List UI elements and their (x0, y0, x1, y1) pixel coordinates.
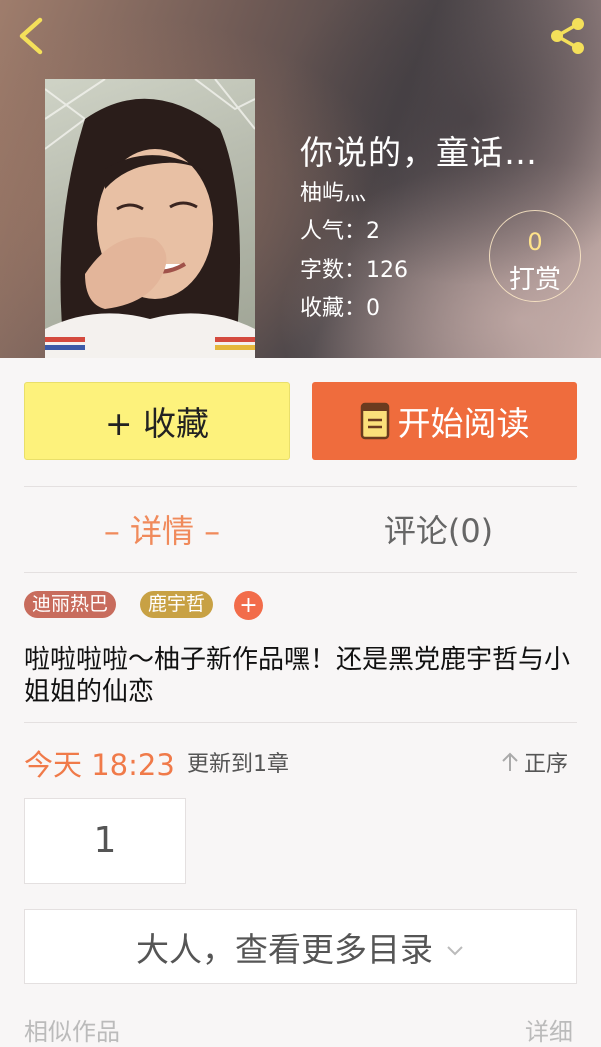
sort-order-button[interactable]: 正序 (500, 746, 568, 778)
tag-chip[interactable]: 鹿宇哲 (140, 591, 214, 618)
start-reading-button[interactable]: 开始阅读 (312, 382, 577, 460)
update-time: 今天 18:23 (24, 748, 175, 782)
reward-count: 0 (527, 228, 543, 256)
divider (24, 572, 577, 573)
more-catalog-label: 大人，查看更多目录 (136, 929, 433, 969)
chevron-down-icon (447, 945, 463, 955)
word-count-stat: 字数：126 (300, 258, 408, 283)
reward-label: 打赏 (508, 265, 561, 295)
book-icon (360, 402, 389, 440)
tag-chip[interactable]: 迪丽热巴 (24, 591, 117, 618)
cover-portrait (45, 79, 255, 358)
details-link[interactable]: 详细 (525, 1012, 573, 1047)
more-catalog-button[interactable]: 大人，查看更多目录 (24, 909, 577, 984)
update-info: 更新到1章 (187, 752, 289, 777)
divider (24, 486, 577, 487)
add-tag-button[interactable]: + (234, 591, 263, 620)
add-favorite-button[interactable]: + 收藏 (24, 382, 290, 460)
start-reading-label: 开始阅读 (397, 404, 530, 443)
back-button[interactable] (12, 14, 52, 58)
chapter-item[interactable]: 1 (24, 798, 186, 884)
book-title: 你说的，童话… (300, 133, 538, 172)
tab-detail[interactable]: – 详情 – (24, 506, 300, 552)
sort-order-label: 正序 (524, 752, 569, 777)
arrow-up-icon (502, 752, 518, 771)
reward-button[interactable]: 0 打赏 (489, 210, 581, 302)
share-icon (551, 18, 584, 54)
favorites-stat: 收藏：0 (300, 296, 380, 321)
share-button[interactable] (545, 14, 589, 58)
book-description: 啦啦啦啦～柚子新作品嘿！还是黑党鹿宇哲与小姐姐的仙恋 (24, 645, 571, 707)
popularity-stat: 人气：2 (300, 219, 380, 244)
author-name[interactable]: 柚屿灬 (300, 175, 366, 207)
similar-works-heading: 相似作品 (24, 1018, 120, 1046)
book-cover-image[interactable] (45, 79, 255, 358)
divider (24, 722, 577, 723)
book-header: 你说的，童话… 柚屿灬 人气：2 字数：126 收藏：0 0 打赏 (0, 0, 601, 358)
add-favorite-label: + 收藏 (104, 404, 210, 443)
chevron-left-icon (19, 17, 43, 55)
tab-comments[interactable]: 评论(0) (300, 506, 577, 552)
